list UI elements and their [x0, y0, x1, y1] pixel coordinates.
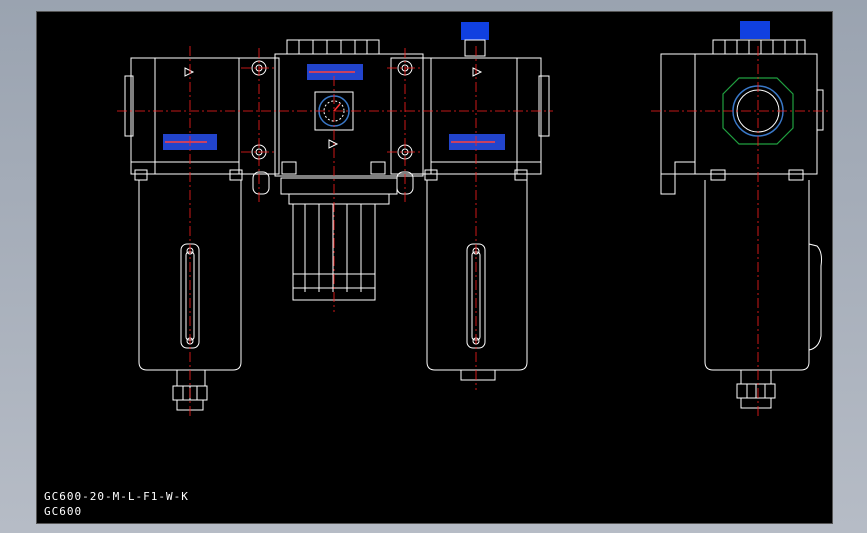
cad-viewport[interactable]: GC600-20-M-L-F1-W-K GC600: [36, 11, 833, 524]
joint-block-left: [238, 57, 297, 195]
model-code-label: GC600-20-M-L-F1-W-K: [44, 490, 189, 503]
centerlines: [117, 46, 829, 416]
side-view-unit: [660, 39, 824, 409]
regulator-label-panel: [307, 64, 363, 80]
flow-arrow-left: [184, 67, 195, 77]
joint-block-right: [370, 57, 432, 195]
label-panel-right: [449, 134, 505, 150]
side-view-cap: [740, 21, 770, 39]
assembly-drawing: [117, 21, 829, 416]
lubricator-unit: [424, 57, 550, 381]
flow-arrow-center: [328, 139, 339, 149]
flow-arrow-right: [472, 67, 483, 77]
oil-fill-cap: [461, 22, 489, 57]
series-label: GC600: [44, 505, 83, 518]
